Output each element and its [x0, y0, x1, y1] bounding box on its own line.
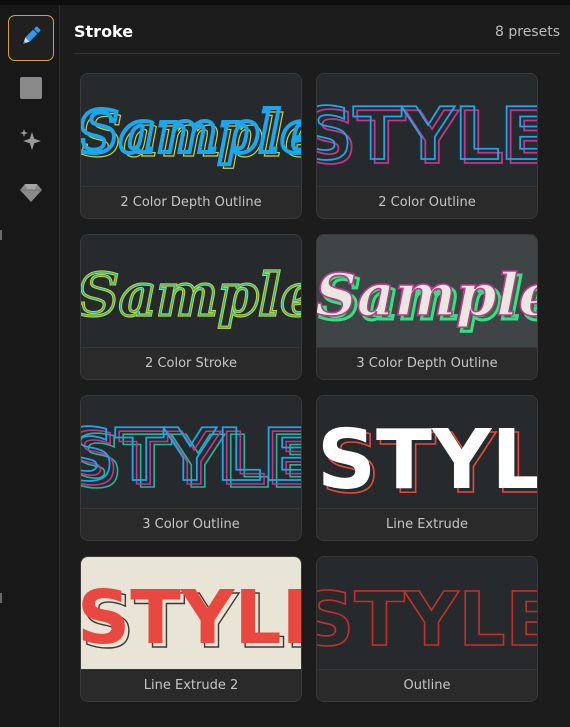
preset-label: 3 Color Outline: [142, 517, 240, 532]
diamond-icon: [18, 179, 44, 209]
preset-label: 2 Color Depth Outline: [120, 195, 262, 210]
top-strip: [0, 0, 570, 5]
preview-text: Sample: [317, 261, 537, 329]
effects-tool-button[interactable]: [8, 119, 54, 165]
preset-preview: STYLE STYLE STYLE: [81, 396, 301, 508]
preview-text: STYLE: [317, 413, 537, 508]
preset-label: 2 Color Outline: [378, 195, 476, 210]
fill-tool-button[interactable]: [8, 67, 54, 113]
preview-text: Sample: [81, 98, 301, 166]
preset-card-outline[interactable]: STYLE Outline: [316, 556, 538, 702]
preset-card-line-extrude[interactable]: STYLE STYLE Line Extrude: [316, 395, 538, 541]
preset-preview: Sample Sample: [317, 235, 537, 347]
preset-card-2-color-stroke[interactable]: Sample Sample 2 Color Stroke: [80, 234, 302, 380]
header-divider: [74, 53, 560, 54]
preset-preview: STYLE STYLE: [317, 396, 537, 508]
preset-preview: STYLE STYLE: [81, 557, 301, 669]
tool-sidebar: [0, 5, 60, 727]
edge-marker: [0, 593, 2, 603]
preview-text: STYLE: [81, 575, 301, 661]
preset-count: 8 presets: [495, 24, 560, 40]
preset-preview: Sample Sample: [81, 74, 301, 186]
preset-card-2-color-depth-outline[interactable]: Sample Sample 2 Color Depth Outline: [80, 73, 302, 219]
preset-label: Line Extrude 2: [143, 678, 239, 693]
preset-preview: STYLE: [317, 557, 537, 669]
preset-label: 3 Color Depth Outline: [356, 356, 498, 371]
preview-text: STYLE: [81, 413, 301, 497]
square-icon: [18, 75, 44, 105]
preset-label: 2 Color Stroke: [145, 356, 237, 371]
preset-label: Outline: [403, 678, 451, 693]
preview-text: STYLE: [317, 577, 537, 663]
preview-text: STYLE: [317, 92, 537, 176]
sparkle-icon: [18, 127, 44, 157]
preset-preview: STYLE STYLE: [317, 74, 537, 186]
edge-marker: [0, 230, 2, 240]
premium-tool-button[interactable]: [8, 171, 54, 217]
preview-text: Sample: [81, 261, 301, 329]
preset-label: Line Extrude: [385, 517, 469, 532]
preset-card-line-extrude-2[interactable]: STYLE STYLE Line Extrude 2: [80, 556, 302, 702]
panel-title: Stroke: [74, 22, 134, 41]
preset-card-3-color-depth-outline[interactable]: Sample Sample 3 Color Depth Outline: [316, 234, 538, 380]
preset-preview: Sample Sample: [81, 235, 301, 347]
stroke-tool-button[interactable]: [8, 15, 54, 61]
preset-card-3-color-outline[interactable]: STYLE STYLE STYLE 3 Color Outline: [80, 395, 302, 541]
preset-card-2-color-outline[interactable]: STYLE STYLE 2 Color Outline: [316, 73, 538, 219]
pen-icon: [18, 23, 44, 53]
panel-header: Stroke 8 presets: [74, 20, 560, 44]
